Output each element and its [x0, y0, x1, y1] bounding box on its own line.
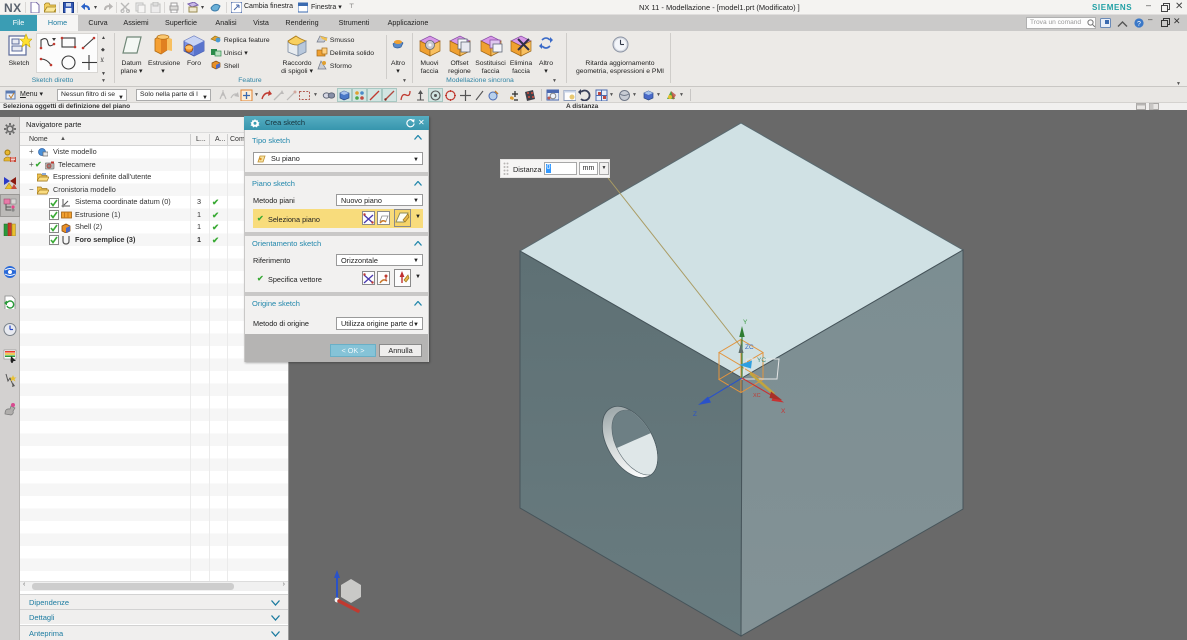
svg-text:Y: Y: [743, 319, 748, 326]
svg-text:?: ?: [1137, 21, 1141, 28]
svg-text:ZC: ZC: [745, 344, 754, 351]
svg-text:X: X: [781, 408, 786, 415]
svg-text:XC: XC: [753, 393, 761, 399]
svg-text:YC: YC: [757, 357, 766, 364]
svg-text:Z: Z: [693, 411, 697, 418]
